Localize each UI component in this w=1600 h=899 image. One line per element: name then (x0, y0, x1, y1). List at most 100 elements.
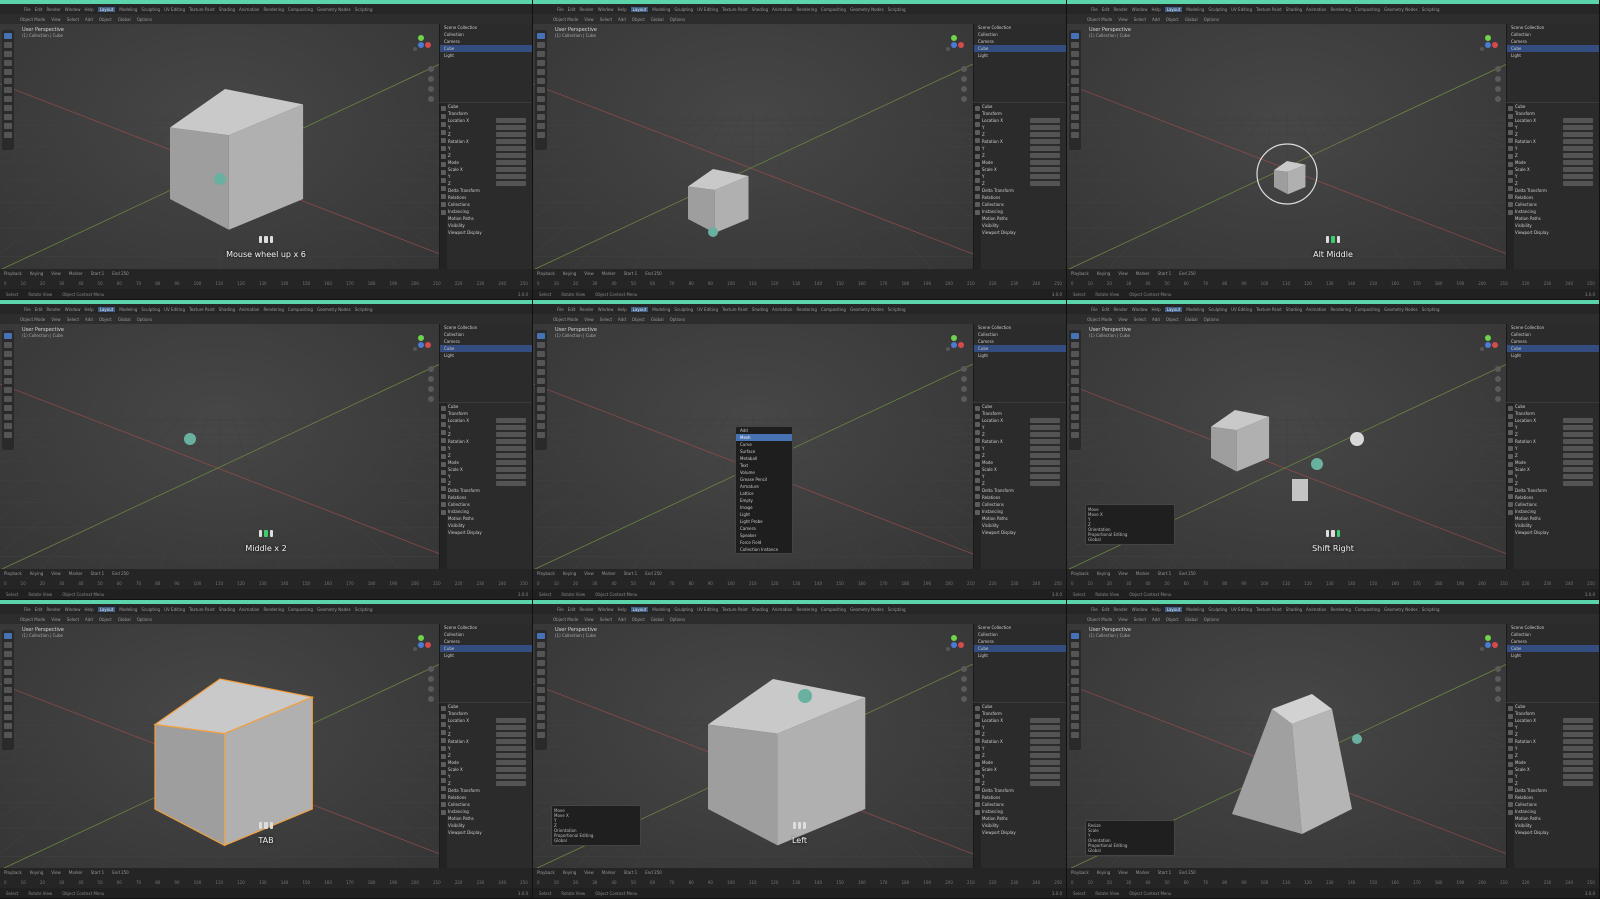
properties-tab-icon[interactable] (441, 762, 446, 767)
workspace-tab[interactable]: Sculpting (1208, 607, 1227, 612)
property-subsection[interactable]: Viewport Display (974, 229, 1066, 236)
menu-file[interactable]: File (557, 307, 564, 312)
properties-tab-icon[interactable] (441, 510, 446, 515)
properties-tab-icon[interactable] (975, 202, 980, 207)
property-subsection[interactable]: Motion Paths (440, 815, 532, 822)
property-field[interactable] (1030, 781, 1060, 786)
object-name[interactable]: Cube (974, 703, 1066, 710)
properties-tab-icon[interactable] (975, 462, 980, 467)
workspace-tab[interactable]: Scripting (355, 607, 373, 612)
properties-tab-icon[interactable] (441, 146, 446, 151)
workspace-tab[interactable]: Rendering (1330, 607, 1350, 612)
header-mode[interactable]: Object Mode (553, 317, 578, 322)
workspace-tab[interactable]: Texture Paint (722, 607, 748, 612)
workspace-tab[interactable]: Sculpting (141, 7, 160, 12)
properties-tab-icon[interactable] (975, 754, 980, 759)
properties-tab-icon[interactable] (441, 186, 446, 191)
properties-tab-icon[interactable] (1508, 106, 1513, 111)
property-field[interactable] (1030, 439, 1060, 444)
properties-tab-icon[interactable] (1508, 414, 1513, 419)
timeline-menu[interactable]: Marker (69, 271, 83, 276)
property-subsection[interactable]: Viewport Display (1507, 229, 1599, 236)
property-subsection[interactable]: Delta Transform (440, 787, 532, 794)
object-name[interactable]: Cube (1507, 403, 1599, 410)
property-field[interactable] (496, 432, 526, 437)
property-field[interactable] (1563, 460, 1593, 465)
header-view[interactable]: View (51, 17, 61, 22)
tool-icon[interactable] (1071, 369, 1079, 375)
workspace-tab[interactable]: Animation (772, 7, 792, 12)
properties-tab-icon[interactable] (975, 494, 980, 499)
property-field[interactable] (1030, 718, 1060, 723)
tool-icon[interactable] (4, 123, 12, 129)
object-name[interactable]: Cube (440, 703, 532, 710)
header-select[interactable]: Select (1134, 17, 1146, 22)
workspace-tab[interactable]: Geometry Nodes (317, 7, 351, 12)
tool-icon[interactable] (1071, 105, 1079, 111)
add-menu-item[interactable]: Force Field (736, 539, 792, 546)
tool-icon[interactable] (537, 114, 545, 120)
property-field[interactable] (1030, 725, 1060, 730)
property-subsection[interactable]: Viewport Display (1507, 529, 1599, 536)
property-field[interactable] (1563, 132, 1593, 137)
header-select[interactable]: Select (67, 617, 79, 622)
workspace-tab[interactable]: Geometry Nodes (317, 307, 351, 312)
timeline-menu[interactable]: View (1118, 571, 1128, 576)
header-object[interactable]: Object (1166, 317, 1179, 322)
menu-file[interactable]: File (1091, 7, 1098, 12)
workspace-tab[interactable]: Sculpting (674, 607, 693, 612)
tool-icon[interactable] (4, 387, 12, 393)
camera-icon[interactable] (961, 686, 967, 692)
properties-tab-icon[interactable] (1508, 202, 1513, 207)
zoom-icon[interactable] (961, 666, 967, 672)
end-frame[interactable]: End 250 (112, 870, 129, 875)
property-subsection[interactable]: Visibility (974, 522, 1066, 529)
start-frame[interactable]: Start 1 (1158, 870, 1172, 875)
start-frame[interactable]: Start 1 (1158, 271, 1172, 276)
outliner-item[interactable]: Collection (974, 331, 1066, 338)
tool-icon[interactable] (4, 660, 12, 666)
properties-tab-icon[interactable] (441, 114, 446, 119)
property-subsection[interactable]: Relations (440, 494, 532, 501)
tool-icon[interactable] (1071, 723, 1079, 729)
tool-icon[interactable] (4, 651, 12, 657)
zoom-icon[interactable] (1495, 666, 1501, 672)
properties-tab-icon[interactable] (1508, 130, 1513, 135)
tool-icon[interactable] (4, 378, 12, 384)
properties-tab-icon[interactable] (441, 430, 446, 435)
header-add[interactable]: Add (85, 317, 93, 322)
property-field[interactable] (496, 439, 526, 444)
property-field[interactable] (1563, 139, 1593, 144)
properties-tab-icon[interactable] (441, 810, 446, 815)
workspace-tab[interactable]: Scripting (355, 7, 373, 12)
transform-section[interactable]: Transform (1507, 710, 1599, 717)
timeline-menu[interactable]: Playback (4, 870, 22, 875)
property-field[interactable] (496, 181, 526, 186)
end-frame[interactable]: End 250 (1179, 571, 1196, 576)
tool-icon[interactable] (1071, 633, 1079, 639)
tool-icon[interactable] (537, 642, 545, 648)
header-orientation[interactable]: Global (118, 617, 131, 622)
orientation-value[interactable]: Global (1088, 848, 1172, 853)
header-mode[interactable]: Object Mode (553, 617, 578, 622)
workspace-tab[interactable]: Animation (1306, 7, 1326, 12)
workspace-tab[interactable]: Modeling (119, 607, 137, 612)
menu-window[interactable]: Window (598, 307, 614, 312)
workspace-tab[interactable]: Texture Paint (189, 307, 215, 312)
workspace-tab[interactable]: Compositing (821, 607, 846, 612)
header-object[interactable]: Object (632, 317, 645, 322)
menu-edit[interactable]: Edit (35, 607, 43, 612)
properties-tab-icon[interactable] (1508, 138, 1513, 143)
tool-icon[interactable] (1071, 396, 1079, 402)
menu-help[interactable]: Help (1151, 607, 1160, 612)
tool-icon[interactable] (537, 351, 545, 357)
outliner-item[interactable]: Camera (440, 38, 532, 45)
property-subsection[interactable]: Delta Transform (1507, 187, 1599, 194)
frame-ruler[interactable]: 0 10 20 30 40 50 60 70 80 90 100 110 120 130 140 150 160… (1071, 880, 1595, 885)
outliner-item[interactable]: Camera (1507, 38, 1599, 45)
properties-tab-icon[interactable] (441, 130, 446, 135)
header-view[interactable]: View (1118, 617, 1128, 622)
start-frame[interactable]: Start 1 (624, 271, 638, 276)
workspace-tab[interactable]: Modeling (652, 7, 670, 12)
header-mode[interactable]: Object Mode (1087, 17, 1112, 22)
